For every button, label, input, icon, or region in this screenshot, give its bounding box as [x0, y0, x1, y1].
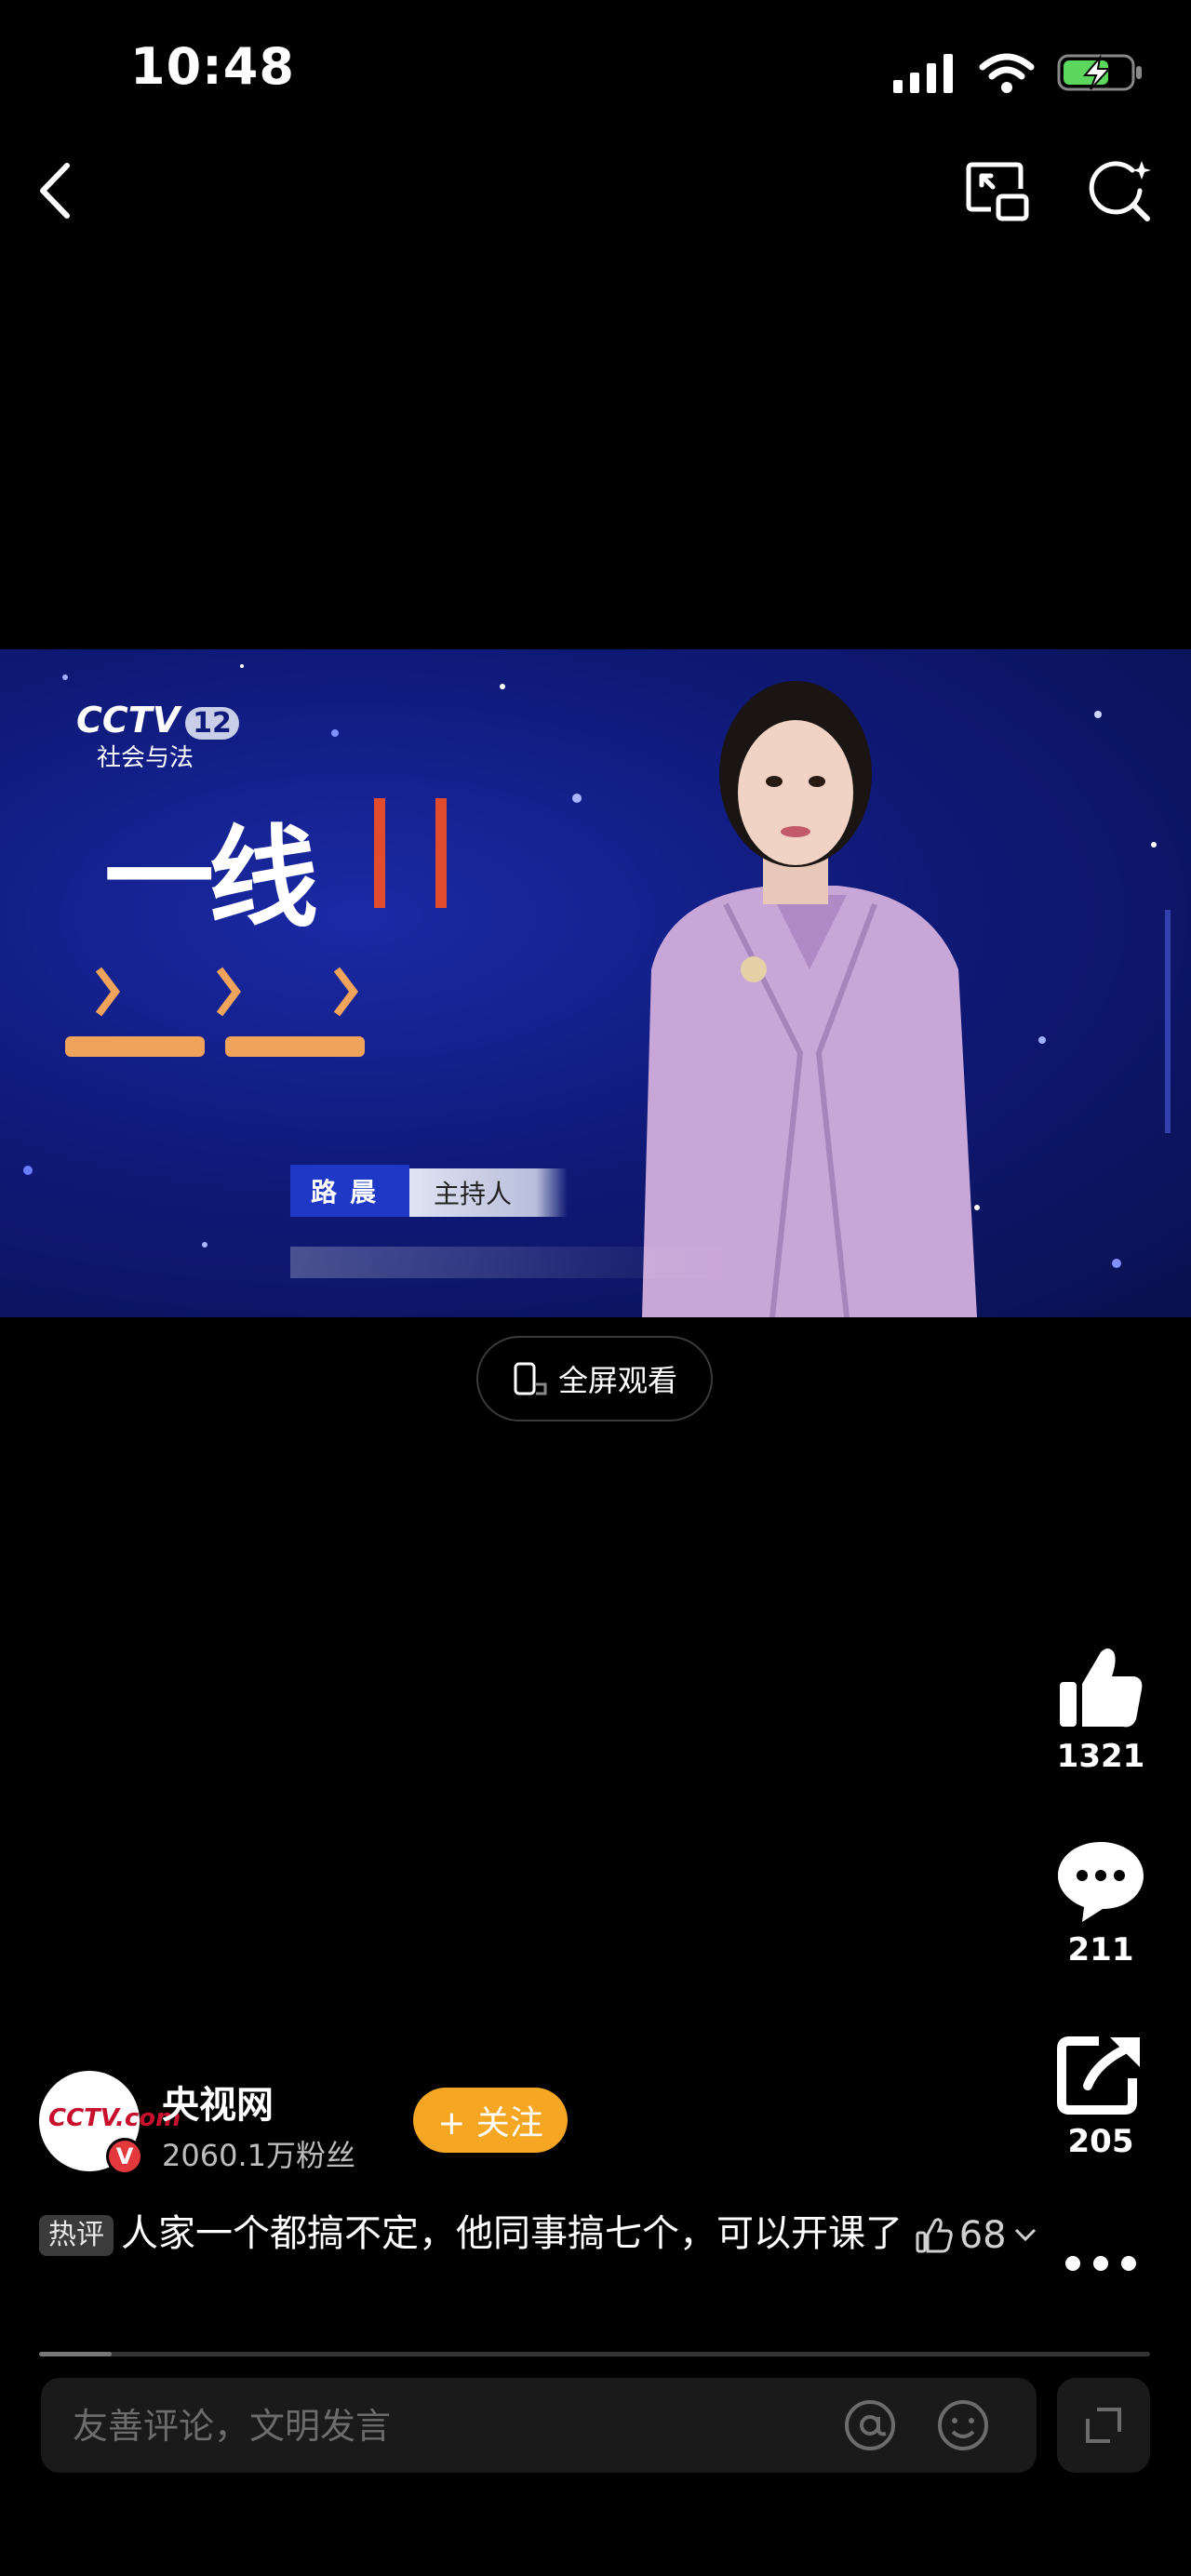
- hot-comment-tag: 热评: [39, 2215, 114, 2256]
- mention-icon[interactable]: [843, 2398, 897, 2452]
- comment-box[interactable]: [41, 2378, 1037, 2475]
- thumbs-up-outline-icon: [916, 2218, 953, 2253]
- picture-in-picture-button[interactable]: [962, 156, 1033, 227]
- signal-icon: [893, 54, 953, 93]
- hot-comment-like-count: 68: [958, 2214, 1007, 2257]
- channel-name: 社会与法: [97, 744, 194, 772]
- comment-count: 211: [1067, 1931, 1134, 1969]
- video-progress-bar[interactable]: [39, 2352, 1150, 2356]
- chevron-down-icon: [1014, 2228, 1036, 2242]
- decor-bar: [225, 1036, 365, 1057]
- video-player[interactable]: CCTV 12 社会与法 一线 路晨 主持人: [0, 649, 1191, 1317]
- channel-logo: CCTV 12: [76, 700, 239, 741]
- decor-chevrons: [93, 964, 372, 1033]
- hot-comment-text: 人家一个都搞不定，他同事搞七个，可以开课了: [121, 2212, 903, 2255]
- hot-comment-like[interactable]: 68: [915, 2205, 1038, 2266]
- status-time: 10:48: [130, 37, 295, 96]
- channel-number: 12: [185, 707, 239, 740]
- presenter-role: 主持人: [409, 1168, 569, 1217]
- emoji-icon[interactable]: [936, 2398, 990, 2452]
- wifi-icon: [979, 53, 1035, 93]
- search-button[interactable]: [1085, 156, 1156, 227]
- author-fans: 2060.1万粉丝: [162, 2138, 355, 2173]
- scrolling-caption-strip: [290, 1247, 737, 1278]
- chevron-left-icon: [40, 163, 70, 219]
- video-progress-fill: [39, 2352, 112, 2356]
- author-name[interactable]: 央视网: [162, 2075, 274, 2129]
- battery-charging-icon: [1057, 54, 1142, 91]
- comment-action[interactable]: 211: [1050, 1836, 1152, 1969]
- comment-input[interactable]: [71, 2378, 819, 2475]
- decor-bars: [65, 1036, 365, 1057]
- chevron-decoration-icon: [95, 967, 358, 1017]
- decor-bar: [65, 1036, 205, 1057]
- author-avatar[interactable]: CCTV.com V: [39, 2071, 181, 2175]
- channel-logo-text: CCTV: [76, 700, 181, 741]
- like-action[interactable]: 1321: [1050, 1643, 1152, 1775]
- share-icon: [1057, 2036, 1140, 2115]
- verified-badge-icon: V: [106, 2138, 143, 2175]
- presenter-image: [642, 681, 977, 1317]
- thumbs-up-icon: [1060, 1648, 1143, 1728]
- expand-comment-button[interactable]: [1057, 2378, 1150, 2473]
- more-dots-icon: [1065, 2256, 1136, 2271]
- status-icons: [891, 45, 1144, 100]
- presenter-name-tag: 路晨 主持人: [290, 1165, 569, 1217]
- back-button[interactable]: [28, 156, 84, 225]
- rotate-phone-icon: [514, 1362, 547, 1395]
- more-options-button[interactable]: [1050, 2249, 1152, 2277]
- share-action[interactable]: 205: [1050, 2034, 1152, 2160]
- program-title: 一线: [104, 814, 318, 942]
- like-count: 1321: [1056, 1738, 1145, 1775]
- program-title-bracket: [374, 798, 447, 908]
- pip-icon: [966, 162, 1029, 221]
- expand-icon: [1086, 2408, 1121, 2443]
- avatar-logo-text: CCTV.com: [48, 2104, 181, 2132]
- fullscreen-button[interactable]: 全屏观看: [476, 1336, 713, 1421]
- hot-comment[interactable]: 热评 人家一个都搞不定，他同事搞七个，可以开课了 68: [39, 2203, 1044, 2266]
- fullscreen-label: 全屏观看: [557, 1363, 677, 1398]
- presenter-name: 路晨: [290, 1165, 410, 1217]
- follow-button[interactable]: + 关注: [413, 2088, 568, 2153]
- share-count: 205: [1067, 2123, 1134, 2160]
- search-sparkle-icon: [1089, 161, 1151, 221]
- comment-bubble-icon: [1058, 1842, 1144, 1922]
